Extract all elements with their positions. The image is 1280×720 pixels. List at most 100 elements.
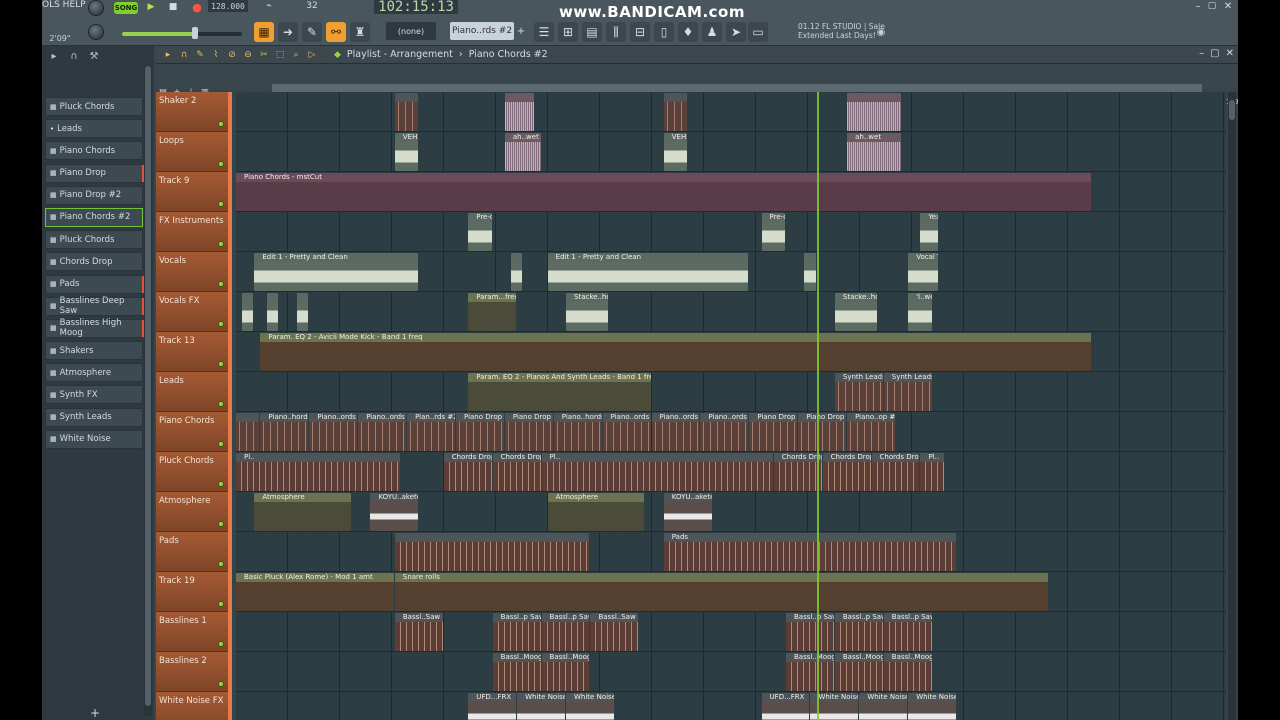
arrangement-clip[interactable]: Piano..ords [651,413,700,451]
track-lane[interactable]: VEH2_s - 01 ah..wet VEH2_s - 01 ah..wet [236,132,1226,172]
browser-item[interactable]: ▦ Pluck Chords [45,97,143,116]
track-lane[interactable]: Param. EQ 2 - Avicii Mode Kick - Band 1 … [236,332,1226,372]
store-icon[interactable]: ▭ [748,22,768,42]
arrangement-clip[interactable]: Bassl..Moog [786,653,834,691]
select-icon[interactable]: ⬚ [274,49,286,61]
track-lane[interactable]: Edit 1 - Pretty and Clean Edit 1 - Pretty… [236,252,1226,292]
arrangement-clip[interactable] [297,293,309,331]
track-header[interactable]: FX Instruments [156,212,228,252]
browser-item[interactable]: ▦ White Noise [45,429,143,449]
arrangement-clip[interactable]: Edit 1 - Pretty and Clean [547,253,749,291]
arrangement-clip[interactable]: Piano..ords [602,413,651,451]
track-lane[interactable]: Piano Chords - mstCut [236,172,1226,212]
brush-icon[interactable]: ⌇ [210,49,222,61]
track-header[interactable]: Loops [156,132,228,172]
arrangement-clip[interactable]: Bassl..Saw [394,613,443,651]
track-mute-led[interactable] [218,681,224,687]
arrangement-clip[interactable]: Atmosphere [254,493,352,531]
arrangement-clip[interactable]: Bassl..Moog [541,653,590,691]
arrangement-clip[interactable]: Chords Drop [822,453,871,491]
arrangement-clip[interactable]: Piano Chords - mstCut [236,173,1091,211]
track-color-strip[interactable] [228,332,232,372]
arrangement-clip[interactable]: Stacke..horus [566,293,608,331]
track-lane[interactable]: Basic Pluck (Alex Rome) - Mod 1 amt Snare… [236,572,1226,612]
playlist-scrollbar[interactable] [1228,92,1236,720]
track-header[interactable]: Track 19 [156,572,228,612]
track-lane[interactable]: Pads [236,532,1226,572]
arrangement-clip[interactable] [804,253,816,291]
browser-item[interactable]: ▦ Synth FX [45,385,143,405]
scrollbar-thumb[interactable] [1229,100,1235,120]
pencil-icon[interactable]: ✎ [194,49,206,61]
track-header[interactable]: Pads [156,532,228,572]
master-pitch-slider[interactable] [122,32,242,36]
browser-item[interactable]: ▦ Basslines High Moog [45,318,144,338]
mute-icon[interactable]: ⊖ [242,49,254,61]
arrangement-clip[interactable]: UFD...FRX [761,693,810,720]
browser-item[interactable]: ▦ Pads [45,274,144,294]
track-header[interactable]: Vocals FX [156,292,228,332]
browser-item[interactable]: ▦ Synth Leads [45,407,143,427]
arrangement-clip[interactable]: Bassl..p Saw [786,613,834,651]
arrangement-clip[interactable] [394,93,419,131]
track-color-strip[interactable] [228,412,232,452]
arrangement-clip[interactable]: Stacke..horus [834,293,877,331]
arrangement-clip[interactable]: Bassl..Moog [834,653,883,691]
file-icon[interactable]: ▯ [654,22,674,42]
track-lane[interactable]: Param. EQ 2 - Pianos And Synth Leads - B… [236,372,1226,412]
track-mute-led[interactable] [218,161,224,167]
track-mute-led[interactable] [218,241,224,247]
arrangement-clip[interactable] [504,93,535,131]
track-header[interactable]: Track 9 [156,172,228,212]
track-lane[interactable]: Atmosphere KOYU..akete Atmosphere KOYU..ake… [236,492,1226,532]
arrangement-clip[interactable]: Piano Drop [456,413,504,451]
track-color-strip[interactable] [228,372,232,412]
arrangement-clip[interactable]: ah..wet [504,133,541,171]
track-mute-led[interactable] [218,361,224,367]
track-header[interactable]: Atmosphere [156,492,228,532]
maximize-icon[interactable]: ▢ [1206,0,1218,12]
track-lane[interactable]: Bassl..Moog Bassl..Moog Bassl..Moog Bassl..… [236,652,1226,692]
magnet-icon[interactable]: ∩ [66,48,82,64]
arrangement-clip[interactable]: Chords Drop [492,453,541,491]
browser-icon[interactable]: ⊟ [630,22,650,42]
track-header[interactable]: Track 13 [156,332,228,372]
arrangement-clip[interactable]: Snare rolls [394,573,1048,611]
slice-icon[interactable]: ✂ [258,49,270,61]
metronome-icon[interactable]: ⌁ [262,0,276,12]
track-header[interactable]: Piano Chords [156,412,228,452]
maximize-icon[interactable]: ▢ [1210,48,1219,59]
arrangement-clip[interactable]: Pre-chorus [761,213,785,251]
arrangement-clip[interactable] [511,253,523,291]
arrangement-clip[interactable]: Pl.. [920,453,944,491]
browser-item[interactable]: ▦ Piano Drop [45,163,144,183]
track-lane[interactable]: Piano..hords Piano..ords Piano..ords Pian..… [236,412,1226,452]
snap-icon[interactable]: ▦ [254,22,274,42]
track-mute-led[interactable] [218,201,224,207]
link-icon[interactable]: ⚯ [326,22,346,42]
arrangement-clip[interactable]: White Noise [566,693,614,720]
track-mute-led[interactable] [218,401,224,407]
track-lane[interactable] [236,92,1226,132]
song-mode-toggle[interactable]: SONG [114,2,138,14]
browser-item[interactable]: ▦ Piano Chords [45,141,143,161]
track-header[interactable]: Leads [156,372,228,412]
track-lane[interactable]: Param...freq Stacke..horus Stacke..horus 'l… [236,292,1226,332]
arrangement-clip[interactable]: KOYU..akete [370,493,419,531]
stamp-icon[interactable]: ♜ [350,22,370,42]
track-header[interactable]: Pluck Chords [156,452,228,492]
arrangement-clip[interactable]: Piano..ords [358,413,407,451]
track-mute-led[interactable] [218,561,224,567]
arrangement-clip[interactable] [847,93,902,131]
play-icon[interactable]: ▶ [142,0,160,14]
arrangement-clip[interactable]: Bassl..p Saw [492,613,541,651]
track-mute-led[interactable] [218,521,224,527]
browser-item[interactable]: ▦ Shakers [45,341,143,361]
arrangement-clip[interactable]: KOYU..akete [663,493,712,531]
arrangement-clip[interactable]: Synth Leads [834,373,883,411]
play-icon[interactable]: ▷ [306,49,318,61]
browser-item[interactable]: ▦ Basslines Deep Saw [45,296,144,316]
track-color-strip[interactable] [228,572,232,612]
arrangement-clip[interactable]: Param...freq [468,293,517,331]
arrangement-clip[interactable]: ah..wet [847,133,902,171]
